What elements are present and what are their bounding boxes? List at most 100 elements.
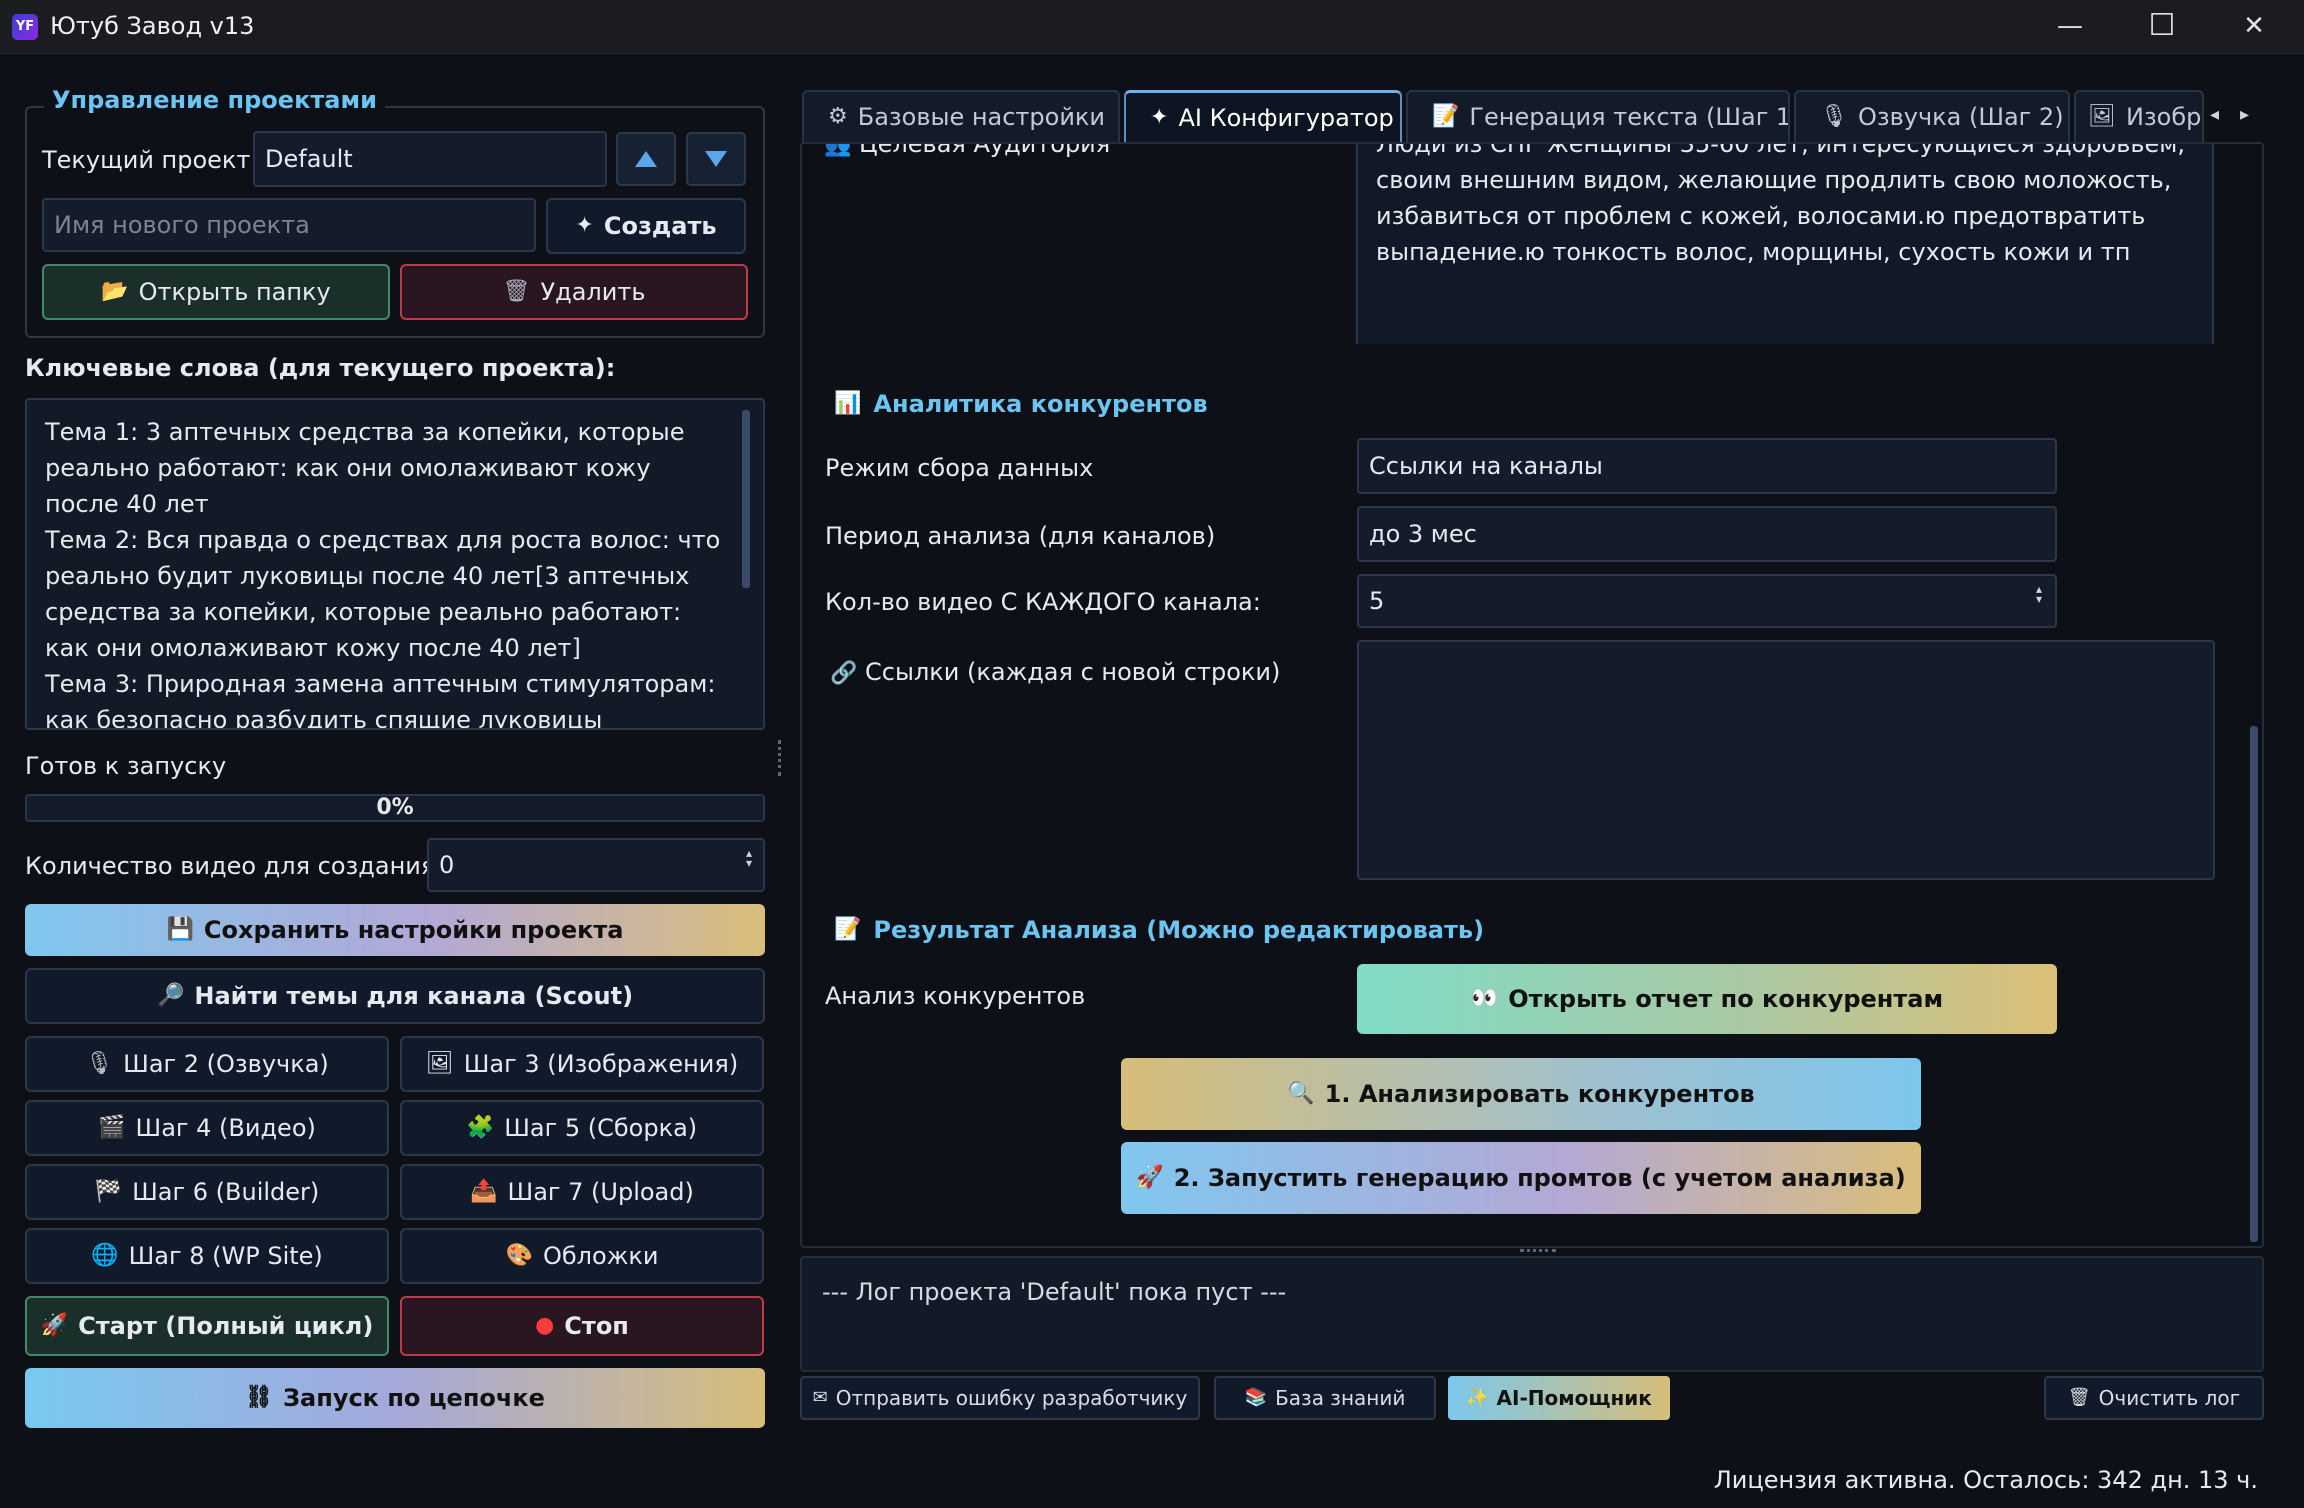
bar-chart-icon: 📊	[834, 391, 862, 416]
step3-label: Шаг 3 (Изображения)	[463, 1050, 739, 1078]
links-label: 🔗 Ссылки (каждая с новой строки)	[830, 658, 1280, 686]
audience-label-text: Целевая Аудитория	[859, 144, 1111, 158]
tab-ai-configurator[interactable]: ✦ AI Конфигуратор	[1124, 90, 1402, 142]
title-bar	[0, 0, 2304, 54]
sparkles-icon: ✨	[1466, 1387, 1489, 1408]
count-value: 5	[1369, 587, 1385, 615]
horizontal-splitter[interactable]	[1520, 1249, 1556, 1253]
audience-section: 👥 Целевая Аудитория Люди из СНГ женщины …	[802, 144, 2262, 344]
send-error-label: Отправить ошибку разработчику	[835, 1386, 1188, 1410]
open-report-label: Открыть отчет по конкурентам	[1508, 985, 1944, 1013]
count-spinbox[interactable]: 5	[1357, 574, 2057, 628]
analyze-competitors-button[interactable]: 🔍 1. Анализировать конкурентов	[1121, 1058, 1921, 1130]
current-project-label: Текущий проект:	[42, 146, 259, 174]
current-project-select[interactable]: Default	[253, 131, 607, 187]
minimize-button[interactable]: —	[2024, 0, 2116, 54]
chain-run-button[interactable]: ⛓ Запуск по цепочке	[25, 1368, 765, 1428]
create-label: Создать	[603, 212, 717, 240]
generate-prompts-button[interactable]: 🚀 2. Запустить генерацию промтов (с учето…	[1121, 1142, 1921, 1214]
delete-project-button[interactable]: 🗑 Удалить	[400, 264, 748, 320]
send-error-button[interactable]: ✉ Отправить ошибку разработчику	[800, 1376, 1200, 1420]
step2-button[interactable]: 🎙 Шаг 2 (Озвучка)	[25, 1036, 389, 1092]
spin-arrows-icon[interactable]: ▴ ▾	[742, 847, 756, 869]
picture-icon: 🖼	[425, 1051, 454, 1076]
start-full-cycle-button[interactable]: 🚀 Старт (Полный цикл)	[25, 1296, 389, 1356]
red-circle-icon: ●	[535, 1313, 555, 1338]
tab-label: Генерация текста (Шаг 1)	[1469, 103, 1790, 131]
close-button[interactable]: ✕	[2208, 0, 2300, 54]
open-folder-button[interactable]: 📂 Открыть папку	[42, 264, 390, 320]
step7-button[interactable]: 📤 Шаг 7 (Upload)	[400, 1164, 764, 1220]
step5-label: Шаг 5 (Сборка)	[504, 1114, 698, 1142]
envelope-icon: ✉	[812, 1387, 828, 1408]
mode-value: Ссылки на каналы	[1369, 452, 1603, 480]
tab-label: AI Конфигуратор	[1178, 103, 1394, 132]
step5-button[interactable]: 🧩 Шаг 5 (Сборка)	[400, 1100, 764, 1156]
stop-button[interactable]: ● Стоп	[400, 1296, 764, 1356]
trash-icon: 🗑	[2067, 1387, 2091, 1408]
scout-button[interactable]: 🔎 Найти темы для канала (Scout)	[25, 968, 765, 1024]
ai-assistant-button[interactable]: ✨ AI-Помощник	[1448, 1376, 1670, 1420]
books-icon: 📚	[1244, 1387, 1268, 1408]
clapperboard-icon: 🎬	[98, 1115, 126, 1140]
arrow-up-icon	[635, 151, 657, 167]
covers-button[interactable]: 🎨 Обложки	[400, 1228, 764, 1284]
create-project-button[interactable]: ✦ Создать	[546, 198, 746, 254]
tab-scroll-left-icon[interactable]: ◂	[2210, 104, 2219, 125]
keywords-scrollbar[interactable]	[742, 410, 750, 588]
spin-arrows-icon[interactable]: ▴ ▾	[2032, 583, 2046, 605]
tab-basic-settings[interactable]: ⚙ Базовые настройки	[802, 90, 1120, 142]
open-report-button[interactable]: 👀 Открыть отчет по конкурентам	[1357, 964, 2057, 1034]
links-label-text: Ссылки (каждая с новой строки)	[865, 658, 1281, 686]
gear-icon: ⚙	[828, 104, 848, 129]
tab-label: Базовые настройки	[857, 103, 1106, 131]
generate-label: 2. Запустить генерацию промтов (с учетом…	[1173, 1164, 1906, 1192]
magnifier-icon: 🔎	[156, 983, 185, 1008]
tab-label: Озвучка (Шаг 2)	[1857, 103, 2064, 131]
period-label: Период анализа (для каналов)	[825, 522, 1216, 550]
tab-voiceover[interactable]: 🎙 Озвучка (Шаг 2)	[1794, 90, 2070, 142]
step8-button[interactable]: 🌐 Шаг 8 (WP Site)	[25, 1228, 389, 1284]
maximize-button[interactable]: ☐	[2116, 0, 2208, 54]
step4-button[interactable]: 🎬 Шаг 4 (Видео)	[25, 1100, 389, 1156]
panel-scrollbar[interactable]	[2250, 726, 2258, 1242]
trash-icon: 🗑	[502, 279, 531, 304]
splitter-handle[interactable]	[778, 740, 784, 776]
save-settings-button[interactable]: 💾 Сохранить настройки проекта	[25, 904, 765, 956]
audience-text: Люди из СНГ женщины 35-60 лет, интересую…	[1376, 144, 2186, 266]
log-output[interactable]: --- Лог проекта 'Default' пока пуст ---	[800, 1256, 2264, 1372]
picture-icon: 🖼	[2088, 104, 2116, 129]
keywords-text: Тема 1: 3 аптечных средства за копейки, …	[45, 418, 721, 730]
clear-log-button[interactable]: 🗑 Очистить лог	[2044, 1376, 2264, 1420]
people-icon: 👥	[824, 144, 852, 158]
audience-label: 👥 Целевая Аудитория	[824, 144, 1110, 158]
knowledge-base-button[interactable]: 📚 База знаний	[1214, 1376, 1436, 1420]
links-textarea[interactable]	[1357, 640, 2215, 880]
keywords-textarea[interactable]: Тема 1: 3 аптечных средства за копейки, …	[25, 398, 765, 730]
mode-select[interactable]: Ссылки на каналы	[1357, 438, 2057, 494]
step3-button[interactable]: 🖼 Шаг 3 (Изображения)	[400, 1036, 764, 1092]
app-logo-icon: YF	[12, 14, 38, 40]
arrow-down-icon	[705, 151, 727, 167]
tab-label: Изобр	[2125, 103, 2202, 131]
log-text: --- Лог проекта 'Default' пока пуст ---	[822, 1278, 1287, 1306]
tab-text-generation[interactable]: 📝 Генерация текста (Шаг 1)	[1406, 90, 1790, 142]
step6-button[interactable]: 🏁 Шаг 6 (Builder)	[25, 1164, 389, 1220]
rocket-icon: 🚀	[1136, 1165, 1164, 1190]
video-count-spinbox[interactable]: 0	[427, 838, 765, 892]
puzzle-icon: 🧩	[466, 1115, 495, 1140]
analyze-label: 1. Анализировать конкурентов	[1324, 1080, 1755, 1108]
new-project-input[interactable]: Имя нового проекта	[42, 198, 536, 252]
move-down-button[interactable]	[686, 132, 746, 186]
folder-icon: 📂	[101, 279, 129, 304]
delete-label: Удалить	[540, 278, 646, 306]
period-select[interactable]: до 3 мес	[1357, 506, 2057, 562]
step2-label: Шаг 2 (Озвучка)	[123, 1050, 329, 1078]
move-up-button[interactable]	[616, 132, 676, 186]
tab-scroll-right-icon[interactable]: ▸	[2240, 104, 2249, 125]
tab-images[interactable]: 🖼 Изобр	[2074, 90, 2204, 142]
window-title: Ютуб Завод v13	[50, 12, 255, 40]
keywords-label: Ключевые слова (для текущего проекта):	[25, 354, 616, 382]
analysis-label: Анализ конкурентов	[825, 982, 1086, 1010]
audience-textarea[interactable]: Люди из СНГ женщины 35-60 лет, интересую…	[1356, 144, 2214, 344]
